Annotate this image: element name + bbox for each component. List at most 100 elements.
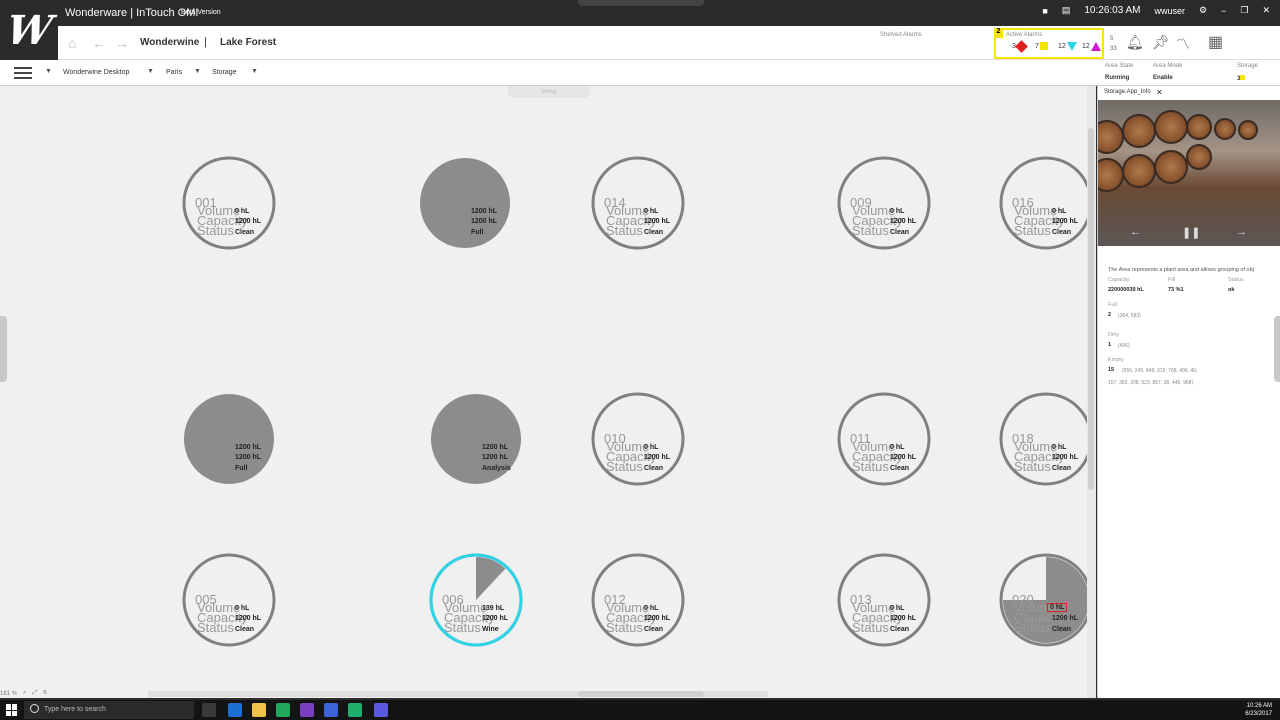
tank-006[interactable]: 006 Volume Capacity Status 139 hL 1200 hL Wine	[428, 552, 524, 648]
tank-vol-value: 0 hL	[644, 208, 659, 215]
close-icon[interactable]: ✕	[1262, 5, 1270, 16]
tank-014[interactable]: 014 Volume Capacity Status 0 hL 1200 hL Clean	[590, 155, 686, 251]
tank-016[interactable]: 016 Volume Capacity Status 0 hL 1200 hL Clean	[998, 155, 1094, 251]
back-arrow-icon[interactable]: ←	[92, 35, 106, 51]
alarm-medium[interactable]: 12	[1058, 42, 1077, 51]
breadcrumb-wonderwine[interactable]: Wonderwine	[140, 37, 199, 48]
zoom-level[interactable]: 181 %	[0, 691, 17, 697]
tank-full-1[interactable]: 1200 hL 1200 hL Full	[417, 155, 513, 251]
tank-vol-value: 0 hL	[1052, 208, 1067, 215]
tank-009[interactable]: 009 Volume Capacity Status 0 hL 1200 hL Clean	[836, 155, 932, 251]
scroll-thumb[interactable]	[1088, 128, 1094, 490]
restore-icon[interactable]: ❐	[1240, 5, 1248, 16]
active-alarms-panel[interactable]: 2 Active Alarms 3 7 12 12	[994, 28, 1104, 59]
close-icon[interactable]: ✕	[1156, 88, 1163, 97]
tank-status-label: Status	[197, 223, 234, 238]
alarm-low[interactable]: 12	[1082, 42, 1101, 51]
tank-vol-value: 1200 hL	[482, 444, 509, 451]
previous-icon[interactable]: ←	[1130, 226, 1141, 238]
minimize-icon[interactable]: −	[1221, 6, 1226, 16]
panel-tab[interactable]: Storage.App_Info	[1104, 89, 1151, 95]
storage-value: 3	[1237, 75, 1246, 82]
area-description: The Area represents a plant area and all…	[1108, 267, 1254, 273]
app-grid-icon[interactable]: ▦	[1208, 32, 1223, 52]
chevron-down-icon[interactable]: ▼	[45, 68, 52, 75]
user-name[interactable]: wwuser	[1155, 6, 1186, 16]
chevron-down-icon[interactable]: ▼	[251, 68, 258, 75]
breadcrumb-lake-forest[interactable]: Lake Forest	[220, 37, 276, 48]
tank-status-value: Clean	[1052, 465, 1072, 472]
tank-vol-value: 139 hL	[482, 605, 505, 612]
tank-cap-value: 1200 hL	[1052, 454, 1079, 461]
left-pane-handle[interactable]	[0, 316, 7, 382]
tank-001[interactable]: 001 Volume Capacity Status 0 hL 1200 hL Clean	[181, 155, 277, 251]
trend-icon[interactable]: 〽	[1176, 34, 1190, 54]
nav-paris[interactable]: Paris	[166, 69, 182, 76]
app-icon-green[interactable]	[276, 703, 290, 717]
tank-013[interactable]: 013 Volume Capacity Status 0 hL 1200 hL Clean	[836, 552, 932, 648]
next-icon[interactable]: →	[1236, 226, 1247, 238]
chevron-down-icon[interactable]: ▼	[194, 68, 201, 75]
dirty-count: 1	[1108, 342, 1112, 348]
tank-full-6[interactable]: 1200 hL 1200 hL Analysis	[428, 391, 524, 487]
camera-icon[interactable]: ■	[1042, 6, 1047, 16]
app-icon-omi[interactable]	[374, 703, 388, 717]
pause-icon[interactable]: ❚❚	[1182, 226, 1200, 239]
tank-cap-value: 1200 hL	[482, 454, 509, 461]
tank-full-5[interactable]: 1200 hL 1200 hL Full	[181, 391, 277, 487]
tank-011[interactable]: 011 Volume Capacity Status 0 hL 1200 hL Clean	[836, 391, 932, 487]
menu-icon[interactable]	[14, 67, 32, 79]
keyboard-icon[interactable]: ▤	[1062, 5, 1071, 16]
storage-canvas[interactable]: Mixing 001 Volume Capacity Status 0 hL 1200 h…	[0, 86, 1096, 698]
canvas-top-tab[interactable]: Mixing	[508, 86, 590, 98]
tank-status-label: Status	[852, 620, 889, 635]
tank-status-value: Analysis	[482, 465, 511, 472]
tank-vol-value: 0 hL	[644, 605, 659, 612]
alarm-critical[interactable]: 3	[1012, 40, 1028, 53]
tank-020[interactable]: 020 Volume Capacity Status 0 hL 1200 hL Clean	[998, 552, 1094, 648]
horizontal-scrollbar[interactable]	[148, 691, 768, 697]
zoom-in-icon[interactable]: ⌕	[23, 690, 26, 697]
app-icon-blue[interactable]	[324, 703, 338, 717]
tank-005[interactable]: 005 Volume Capacity Status 0 hL 1200 hL Clean	[181, 552, 277, 648]
yellow-square-icon	[1039, 42, 1048, 50]
system-tray[interactable]: 10:26 AM 6/23/2017	[1245, 702, 1272, 718]
tank-010[interactable]: 010 Volume Capacity Status 0 hL 1200 hL Clean	[590, 391, 686, 487]
chevron-down-icon[interactable]: ▼	[147, 68, 154, 75]
cellar-video[interactable]: ← ❚❚ →	[1098, 100, 1280, 246]
vertical-scrollbar[interactable]	[1087, 86, 1096, 698]
shelved-alarms-label[interactable]: Shelved Alarms	[880, 32, 922, 38]
tank-status-value: Full	[471, 229, 484, 236]
tank-gauge	[431, 394, 521, 484]
pin-icon[interactable]: 📌︎	[1152, 34, 1170, 51]
fit-icon[interactable]: ⤢	[32, 690, 37, 697]
drag-handle[interactable]	[578, 0, 704, 6]
tank-012[interactable]: 012 Volume Capacity Status 0 hL 1200 hL Clean	[590, 552, 686, 648]
dirty-label: Dirty	[1108, 332, 1120, 338]
home-icon[interactable]: ⌂	[68, 35, 76, 51]
tank-status-value: Clean	[644, 465, 664, 472]
bell-icon[interactable]: 🔔︎	[1126, 34, 1144, 51]
tank-status-value: Full	[235, 465, 248, 472]
nav-desktop[interactable]: Wonderwine Desktop	[63, 69, 129, 76]
app-icon-active[interactable]	[348, 703, 362, 717]
file-explorer-icon[interactable]	[252, 703, 266, 717]
tank-vol-value: 0 hL	[644, 444, 659, 451]
windows-start-icon[interactable]	[6, 704, 18, 716]
alarm-high[interactable]: 7	[1035, 42, 1048, 50]
taskbar-search[interactable]: Type here to search	[24, 701, 194, 719]
tank-018[interactable]: 018 Volume Capacity Status 0 hL 1200 hL Clean	[998, 391, 1094, 487]
forward-arrow-icon[interactable]: →	[115, 35, 129, 51]
right-pane-handle[interactable]	[1274, 316, 1280, 382]
nav-storage[interactable]: Storage	[212, 69, 237, 76]
wonderware-logo[interactable]: W	[0, 0, 58, 60]
tank-outline	[184, 394, 274, 484]
scroll-thumb[interactable]	[578, 691, 704, 697]
edge-icon[interactable]	[228, 703, 242, 717]
app-icon-purple[interactable]	[300, 703, 314, 717]
pan-icon[interactable]: ✋︎	[43, 690, 46, 697]
tank-status-label: Status	[444, 620, 481, 635]
tank-cap-value: 1200 hL	[1052, 615, 1079, 622]
task-view-icon[interactable]	[202, 703, 216, 717]
gear-icon[interactable]: ⚙	[1199, 5, 1207, 16]
